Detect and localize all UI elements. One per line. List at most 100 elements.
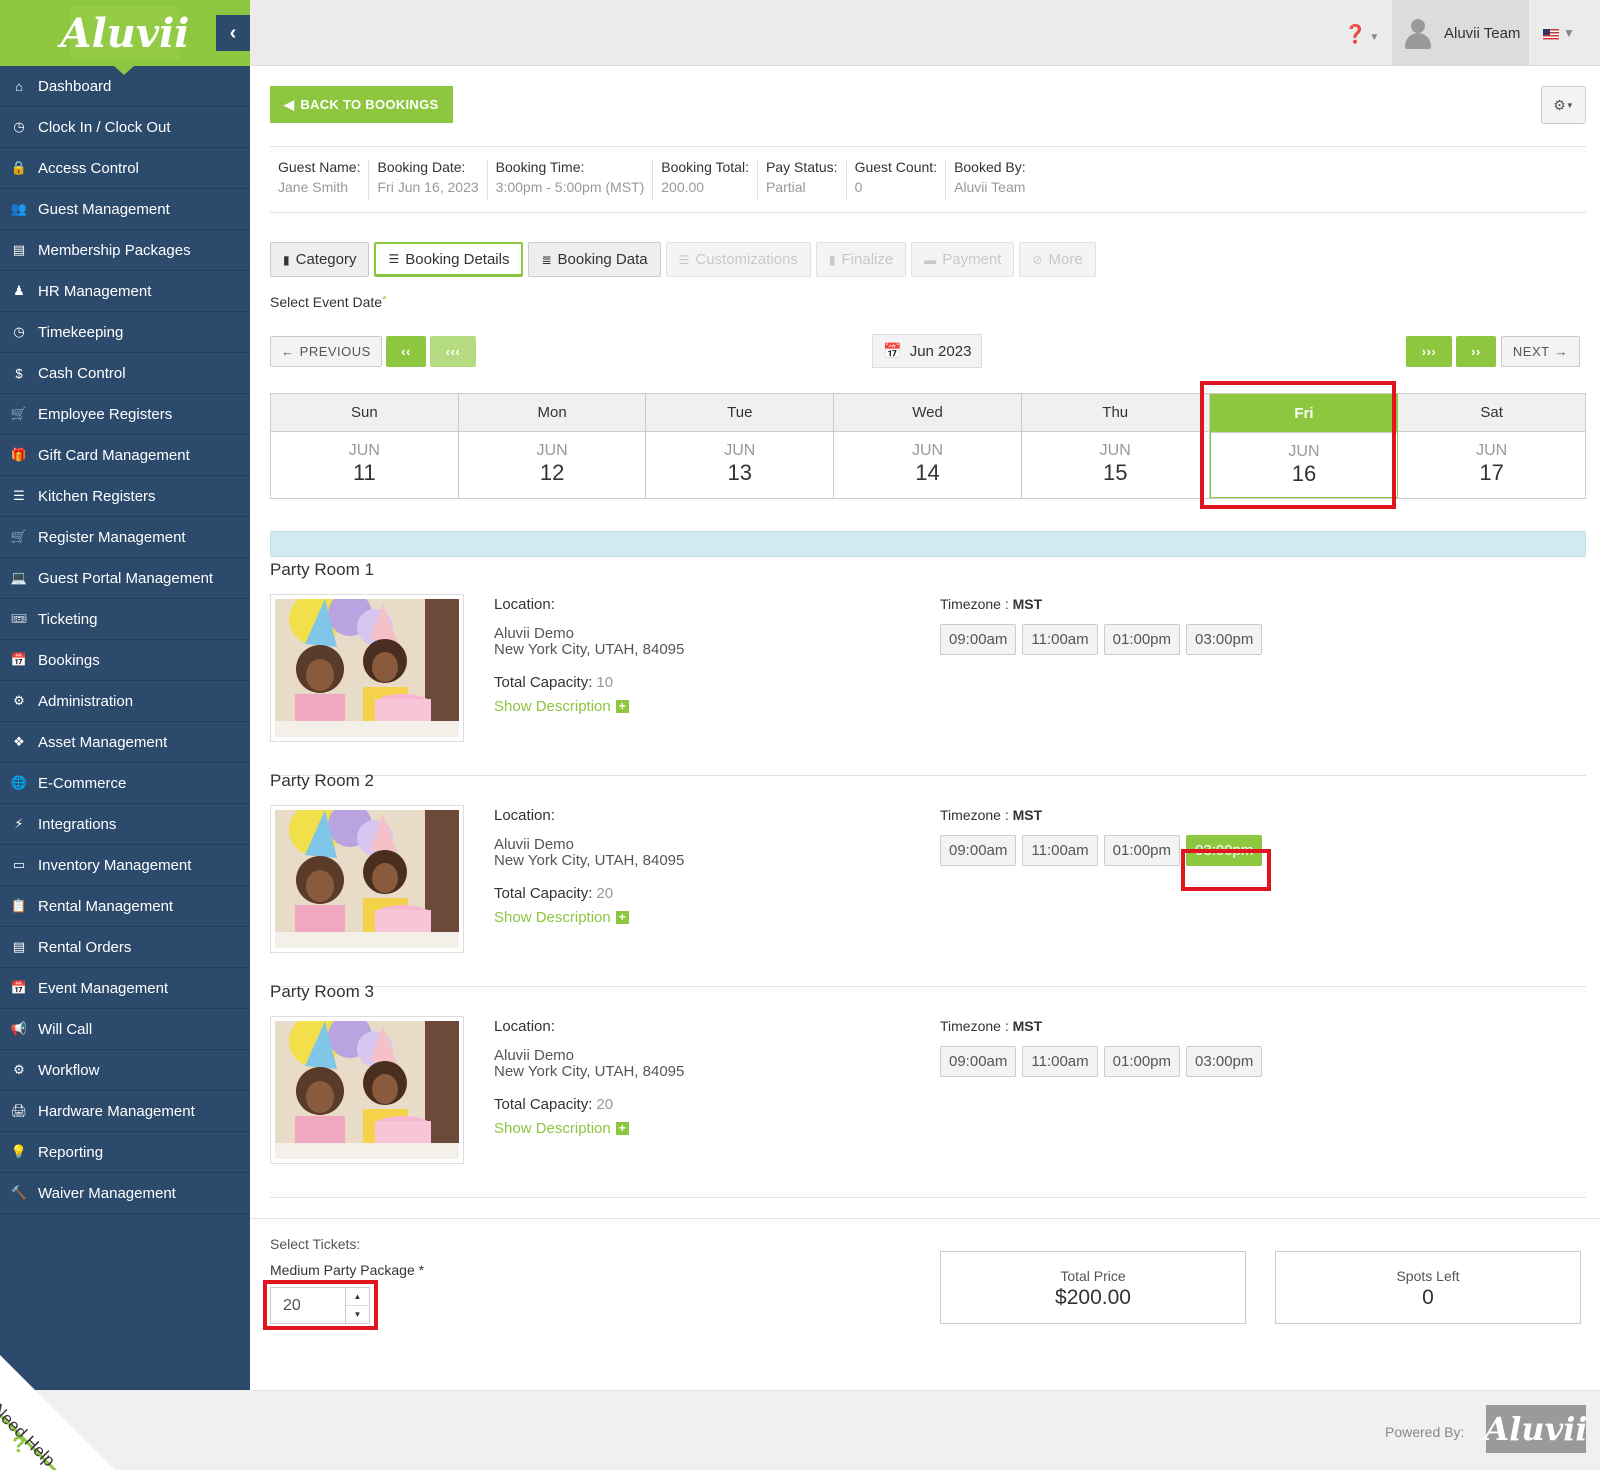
sidebar-item-waiver-management[interactable]: 🔨 Waiver Management	[0, 1173, 250, 1214]
sidebar-item-employee-registers[interactable]: 🛒 Employee Registers	[0, 394, 250, 435]
tab-label: More	[1048, 251, 1083, 268]
time-slot-button[interactable]: 09:00am	[940, 624, 1017, 655]
time-slot-button[interactable]: 03:00pm	[1186, 1046, 1263, 1077]
calendar-navigation: ← PREVIOUS ‹‹ ‹‹‹ 📅 Jun 2023 ››› ›› NEXT →	[270, 334, 1586, 368]
sidebar-item-guest-portal-management[interactable]: 💻 Guest Portal Management	[0, 558, 250, 599]
sidebar-item-inventory-management[interactable]: ▭ Inventory Management	[0, 845, 250, 886]
calendar-day[interactable]: Thu JUN 15	[1021, 394, 1210, 498]
sidebar-item-guest-management[interactable]: 👥 Guest Management	[0, 189, 250, 230]
forward-one-button[interactable]: ››	[1456, 336, 1496, 367]
clock-icon: ◷	[13, 119, 25, 134]
aluvii-logo[interactable]: Aluvii	[61, 6, 189, 60]
month-picker[interactable]: 📅 Jun 2023	[872, 334, 983, 368]
sidebar-item-label: Reporting	[38, 1143, 104, 1161]
caret-down-icon: ▼	[1369, 32, 1380, 43]
sidebar-item-label: Will Call	[38, 1020, 93, 1038]
decrement-icon[interactable]: ▼	[346, 1306, 369, 1323]
show-description-link[interactable]: Show Description +	[494, 1120, 629, 1137]
calendar-day[interactable]: Wed JUN 14	[834, 394, 1022, 498]
sidebar-item-hardware-management[interactable]: 🖨 Hardware Management	[0, 1091, 250, 1132]
timezone: Timezone : MST	[940, 596, 1042, 612]
sidebar-item-access-control[interactable]: 🔒 Access Control	[0, 148, 250, 189]
show-description-link[interactable]: Show Description +	[494, 698, 629, 715]
sidebar-item-timekeeping[interactable]: ◷ Timekeeping	[0, 312, 250, 353]
back-to-bookings-button[interactable]: ◀ BACK TO BOOKINGS	[270, 86, 453, 123]
sidebar-item-reporting[interactable]: 💡 Reporting	[0, 1132, 250, 1173]
tab-category[interactable]: ▮ Category	[270, 242, 370, 277]
us-flag-icon[interactable]	[1543, 29, 1559, 40]
plus-square-icon: +	[615, 700, 629, 713]
tab-payment: ▬ Payment	[911, 242, 1015, 277]
booking-summary: Guest Name: Jane Smith Booking Date: Fri Ju…	[270, 146, 1586, 213]
time-slot-button[interactable]: 03:00pm	[1186, 624, 1263, 655]
show-description-link[interactable]: Show Description +	[494, 909, 629, 926]
sidebar-item-administration[interactable]: ⚙ Administration	[0, 681, 250, 722]
sidebar: Aluvii ‹ ⌂ Dashboard ◷ Clock In / Clock Out…	[0, 0, 250, 1390]
lock-icon: 🔒	[10, 160, 28, 175]
location-address: Aluvii Demo New York City, UTAH, 84095	[494, 837, 684, 869]
calendar-day[interactable]: Sun JUN 11	[271, 394, 459, 498]
sidebar-item-will-call[interactable]: 📢 Will Call	[0, 1009, 250, 1050]
sidebar-item-e-commerce[interactable]: 🌐 E-Commerce	[0, 763, 250, 804]
room-card: Party Room 2 Location: Aluvii Demo New York…	[270, 771, 1586, 987]
time-slot-button[interactable]: 11:00am	[1022, 835, 1098, 866]
settings-dropdown-button[interactable]: ⚙ ▼	[1541, 86, 1586, 124]
sidebar-item-workflow[interactable]: ⚙ Workflow	[0, 1050, 250, 1091]
location-line: Aluvii Demo	[494, 1047, 575, 1064]
sidebar-item-register-management[interactable]: 🛒 Register Management	[0, 517, 250, 558]
sidebar-item-clock-in-clock-out[interactable]: ◷ Clock In / Clock Out	[0, 107, 250, 148]
sidebar-item-membership-packages[interactable]: ▤ Membership Packages	[0, 230, 250, 271]
previous-week-button[interactable]: ← PREVIOUS	[270, 336, 382, 367]
sidebar-item-hr-management[interactable]: ♟ HR Management	[0, 271, 250, 312]
language-caret-icon[interactable]: ▼	[1563, 26, 1575, 40]
day-month: JUN	[1099, 442, 1131, 459]
time-slot-button[interactable]: 01:00pm	[1103, 624, 1181, 655]
footer-aluvii-logo[interactable]: Aluvii	[1484, 1405, 1588, 1453]
sidebar-item-ticketing[interactable]: 🎟 Ticketing	[0, 599, 250, 640]
calendar-day[interactable]: Tue JUN 13	[646, 394, 835, 498]
party-photo	[275, 599, 459, 737]
quantity-input[interactable]	[271, 1288, 345, 1323]
sidebar-item-rental-orders[interactable]: ▤ Rental Orders	[0, 927, 250, 968]
sidebar-item-label: Membership Packages	[38, 241, 191, 259]
sidebar-item-gift-card-management[interactable]: 🎁 Gift Card Management	[0, 435, 250, 476]
next-week-button[interactable]: NEXT →	[1501, 336, 1580, 367]
calendar-day[interactable]: Mon JUN 12	[458, 394, 647, 498]
sidebar-collapse-button[interactable]: ‹	[216, 15, 250, 51]
sidebar-item-rental-management[interactable]: 📋 Rental Management	[0, 886, 250, 927]
time-slot-button[interactable]: 11:00am	[1022, 624, 1098, 655]
increment-icon[interactable]: ▲	[346, 1288, 369, 1306]
sidebar-item-bookings[interactable]: 📅 Bookings	[0, 640, 250, 681]
time-slot-button[interactable]: 01:00pm	[1103, 835, 1181, 866]
avatar	[1404, 17, 1432, 49]
back-two-button[interactable]: ‹‹‹	[430, 336, 476, 367]
time-slot-button[interactable]: 09:00am	[940, 1046, 1017, 1077]
time-slot-button[interactable]: 01:00pm	[1103, 1046, 1181, 1077]
timezone-label: Timezone :	[940, 596, 1013, 612]
sidebar-item-cash-control[interactable]: $ Cash Control	[0, 353, 250, 394]
sidebar-item-event-management[interactable]: 📅 Event Management	[0, 968, 250, 1009]
sidebar-item-label: Waiver Management	[38, 1184, 176, 1202]
tab-booking-details[interactable]: ☰ Booking Details	[374, 242, 524, 277]
sidebar-item-asset-management[interactable]: ❖ Asset Management	[0, 722, 250, 763]
calendar-day[interactable]: Sat JUN 17	[1398, 394, 1586, 498]
quantity-stepper[interactable]: ▲ ▼	[270, 1287, 370, 1324]
gift-icon: 🎁	[10, 447, 28, 462]
help-dropdown[interactable]: ❓ ▼	[1344, 24, 1379, 45]
time-slot-button[interactable]: 03:00pm	[1186, 835, 1263, 866]
summary-field: Booking Time: 3:00pm - 5:00pm (MST)	[488, 159, 654, 201]
sidebar-item-integrations[interactable]: ⚡ Integrations	[0, 804, 250, 845]
forward-two-button[interactable]: ›››	[1406, 336, 1452, 367]
calendar-day[interactable]: Fri JUN 16	[1209, 394, 1399, 498]
cogs-icon: ⚙	[13, 693, 25, 708]
sidebar-item-kitchen-registers[interactable]: ☰ Kitchen Registers	[0, 476, 250, 517]
time-slot-button[interactable]: 11:00am	[1022, 1046, 1098, 1077]
user-menu[interactable]: Aluvii Team	[1392, 0, 1529, 66]
time-slot-button[interactable]: 09:00am	[940, 835, 1017, 866]
card-icon: ▤	[12, 242, 26, 257]
cart-icon: 🛒	[10, 406, 28, 421]
back-one-button[interactable]: ‹‹	[386, 336, 426, 367]
tab-label: Booking Details	[405, 250, 510, 268]
sidebar-item-label: Rental Orders	[38, 938, 132, 956]
tab-booking-data[interactable]: ≣ Booking Data	[528, 242, 661, 277]
